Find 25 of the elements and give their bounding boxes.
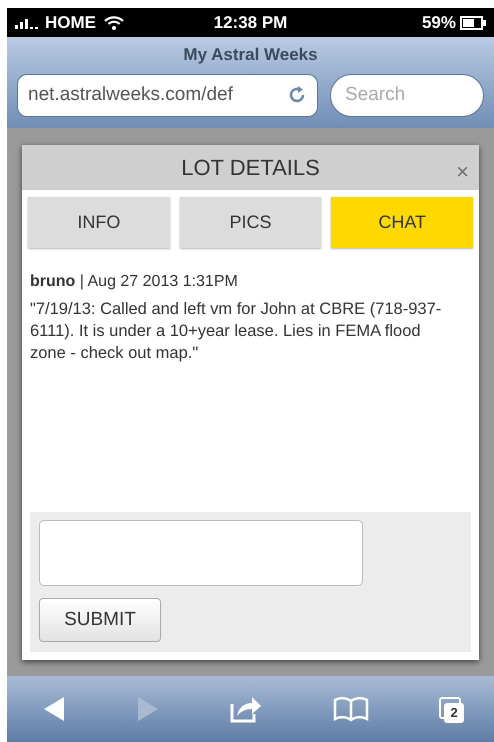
tab-count: 2 (444, 703, 464, 723)
tab[interactable]: PICS (180, 197, 322, 248)
share-icon (229, 694, 264, 724)
address-field[interactable]: net.astralweeks.com/def (17, 74, 318, 116)
tab[interactable]: CHAT (331, 197, 474, 248)
reply-field[interactable] (39, 520, 363, 586)
tab[interactable]: INFO (28, 197, 170, 248)
battery-icon (460, 16, 486, 30)
forward-arrow-icon (136, 695, 160, 723)
submit-button[interactable]: SUBMIT (39, 598, 161, 642)
reload-icon[interactable] (287, 85, 307, 105)
search-field[interactable]: Search (330, 74, 484, 116)
message-text: "7/19/13: Called and left vm for John at CBRE (718-937-6111). It is under a 10+year lease. Lies in FEMA flood zone - check out map." (30, 299, 442, 364)
signal-icon (15, 16, 41, 28)
page-title: My Astral Weeks (183, 44, 318, 66)
dialog-title: LOT DETAILS (181, 154, 320, 182)
status-time: 12:38 PM (212, 12, 288, 34)
url-text: net.astralweeks.com/def (28, 82, 233, 107)
message-header: bruno | Aug 27 2013 1:31PM (30, 272, 239, 292)
book-icon (333, 696, 370, 722)
carrier-name: HOME (45, 12, 96, 34)
wifi-icon (104, 16, 124, 30)
back-arrow-icon (42, 695, 66, 723)
tabs-button[interactable]: 2 (431, 691, 468, 727)
battery-percent: 59% (422, 12, 456, 34)
